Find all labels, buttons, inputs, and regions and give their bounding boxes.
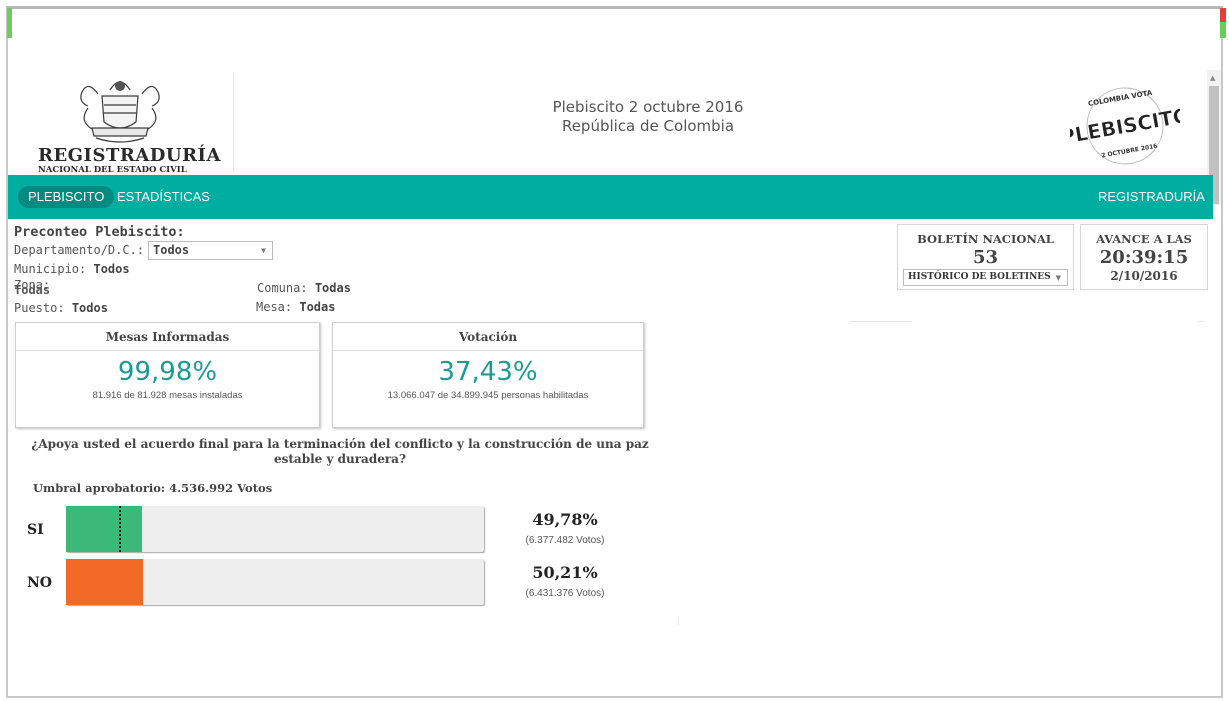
window-edge-left (7, 8, 12, 38)
page-title: Plebiscito 2 octubre 2016 (552, 98, 744, 116)
divider (850, 321, 912, 322)
puesto-label: Puesto: (14, 301, 65, 315)
nav-registraduria[interactable]: REGISTRADURÍA (1098, 189, 1205, 204)
plebiscito-badge: COLOMBIA VOTA PLEBISCITO 2 OCTUBRE 2016 (1058, 78, 1192, 173)
result-bar-fill-no (66, 559, 143, 605)
boletin-label: BOLETÍN NACIONAL (917, 232, 1054, 246)
registraduria-logo[interactable]: REGISTRADURÍA NACIONAL DEL ESTADO CIVIL (38, 72, 220, 175)
badge-top-text: COLOMBIA VOTA (1087, 89, 1153, 108)
puesto-row[interactable]: Puesto: Todos (14, 301, 108, 315)
main-navbar: PLEBISCITO ESTADÍSTICAS REGISTRADURÍA (8, 175, 1213, 219)
municipio-row[interactable]: Municipio: Todos (14, 262, 130, 276)
mesa-row[interactable]: Mesa: Todas (256, 300, 335, 314)
site-header: REGISTRADURÍA NACIONAL DEL ESTADO CIVIL … (8, 70, 1206, 175)
filters-title: Preconteo Plebiscito: (14, 224, 185, 240)
nav-estadisticas[interactable]: ESTADÍSTICAS (117, 189, 210, 204)
nav-plebiscito[interactable]: PLEBISCITO (18, 186, 115, 208)
dropdown-arrow-icon: ▼ (1055, 273, 1061, 282)
dropdown-arrow-icon: ▼ (261, 246, 266, 255)
badge-bottom-text: 2 OCTUBRE 2016 (1101, 143, 1158, 160)
logo-subtitle: NACIONAL DEL ESTADO CIVIL (38, 165, 187, 175)
mesas-percent: 99,98% (117, 357, 218, 387)
departamento-select[interactable]: Todos ▼ (148, 241, 273, 260)
boletin-box: BOLETÍN NACIONAL 53 HISTÓRICO DE BOLETIN… (897, 224, 1074, 290)
avance-label: AVANCE A LAS (1096, 232, 1192, 246)
puesto-value: Todos (71, 301, 108, 315)
coat-of-arms-icon (80, 81, 160, 143)
option-label: NO (27, 575, 52, 591)
comuna-label: Comuna: (257, 281, 308, 295)
result-votes: (6.377.482 Votos) (525, 535, 605, 546)
mesas-informadas-card: Mesas Informadas 99,98% 81.916 de 81.928… (15, 322, 320, 428)
page-subtitle: República de Colombia (561, 117, 735, 135)
umbral-threshold-line (119, 506, 121, 552)
badge-main-text: PLEBISCITO (1070, 103, 1180, 149)
departamento-select-value: Todos (153, 243, 190, 257)
departamento-label: Departamento/D.C.: (14, 243, 145, 257)
historico-select-value: HISTÓRICO DE BOLETINES (908, 272, 1051, 282)
votacion-detail: 13.066.047 de 34.899.945 personas habili… (387, 390, 589, 401)
avance-box: AVANCE A LAS 20:39:15 2/10/2016 (1080, 224, 1208, 290)
avance-date: 2/10/2016 (1110, 269, 1178, 283)
avance-time: 20:39:15 (1099, 247, 1189, 268)
boletin-number: 53 (972, 247, 999, 268)
card-title: Mesas Informadas (16, 323, 319, 351)
divider (678, 617, 679, 625)
zona-value[interactable]: Todas (14, 283, 50, 297)
result-bar-track (66, 559, 484, 605)
municipio-label: Municipio: (14, 262, 87, 276)
result-percent: 49,78% (532, 510, 598, 529)
historico-boletines-select[interactable]: HISTÓRICO DE BOLETINES ▼ (903, 269, 1068, 286)
comuna-value: Todas (314, 281, 351, 295)
plebiscito-stamp-icon: COLOMBIA VOTA PLEBISCITO 2 OCTUBRE 2016 (1058, 87, 1192, 165)
result-votes: (6.431.376 Votos) (525, 588, 605, 599)
logo-title: REGISTRADURÍA (38, 145, 221, 166)
mesas-detail: 81.916 de 81.928 mesas instaladas (92, 390, 243, 401)
result-percent: 50,21% (532, 563, 598, 582)
result-bar-fill-si (66, 506, 142, 552)
header-divider (233, 72, 234, 172)
scroll-up-icon[interactable]: ▲ (1210, 74, 1215, 82)
window-edge-right-red (1220, 8, 1226, 22)
divider (1198, 321, 1204, 322)
umbral-aprobatorio: Umbral aprobatorio: 4.536.992 Votos (33, 481, 273, 495)
plebiscite-question: ¿Apoya usted el acuerdo final para la te… (31, 437, 649, 466)
votacion-percent: 37,43% (438, 357, 538, 387)
card-title: Votación (333, 323, 643, 351)
mesa-value: Todas (299, 300, 336, 314)
votacion-card: Votación 37,43% 13.066.047 de 34.899.945… (332, 322, 644, 428)
option-label: SI (27, 522, 44, 538)
result-bar-track (66, 506, 484, 552)
municipio-value: Todos (93, 262, 130, 276)
mesa-label: Mesa: (256, 300, 293, 314)
comuna-row[interactable]: Comuna: Todas (257, 281, 351, 295)
